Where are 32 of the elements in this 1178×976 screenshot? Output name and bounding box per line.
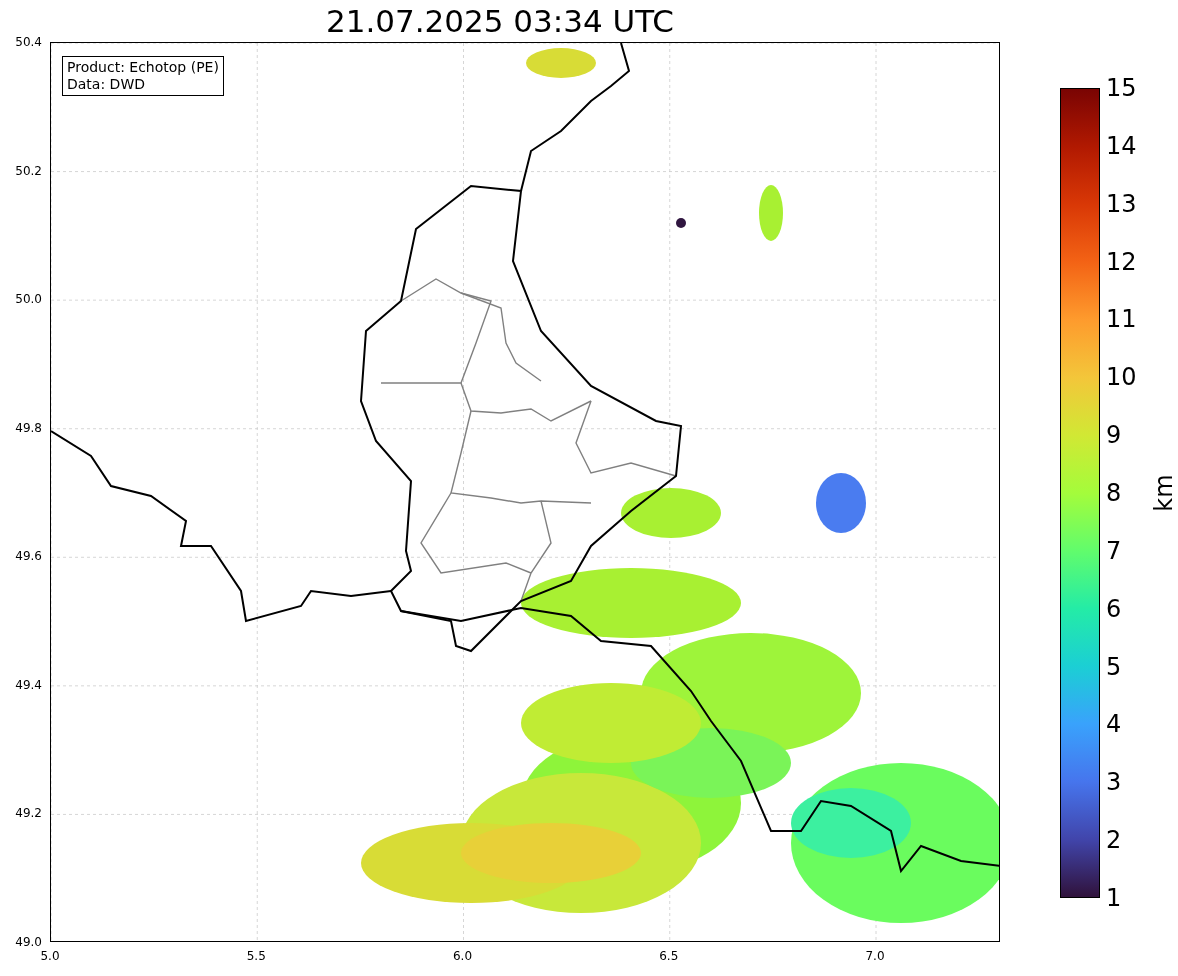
chart-title: 21.07.2025 03:34 UTC <box>326 3 674 39</box>
x-tick-label: 7.0 <box>865 949 885 963</box>
y-tick-label: 49.6 <box>15 549 42 564</box>
colorbar-tick-label: 15 <box>1106 74 1137 102</box>
colorbar-tick-label: 10 <box>1106 363 1137 392</box>
colorbar-tick-label: 1 <box>1106 884 1122 912</box>
y-tick-label: 49.4 <box>15 677 42 692</box>
colorbar-tick-label: 12 <box>1106 247 1137 276</box>
y-tick-label: 50.2 <box>15 163 42 178</box>
colorbar-tick-label: 14 <box>1106 131 1137 160</box>
colorbar-tick-label: 11 <box>1106 305 1137 334</box>
colorbar-tick-label: 4 <box>1106 710 1122 739</box>
colorbar-tick-label: 8 <box>1106 479 1122 507</box>
colorbar-tick-label: 13 <box>1106 189 1137 218</box>
y-tick-label: 49.2 <box>15 806 42 821</box>
y-tick-label: 49.8 <box>15 420 42 435</box>
x-tick-label: 6.0 <box>452 949 473 963</box>
colorbar-tick-label: 5 <box>1106 652 1122 681</box>
colorbar-tick-label: 3 <box>1106 768 1122 797</box>
y-tick-label: 49.0 <box>15 935 42 949</box>
x-tick-label: 5.5 <box>246 949 266 963</box>
legend-text: Data: DWD <box>67 76 146 93</box>
colorbar-tick-label: 9 <box>1106 421 1122 450</box>
colorbar-label: km <box>1150 474 1178 512</box>
legend-text: Product: Echotop (PE) <box>67 59 219 76</box>
y-tick-label: 50.0 <box>15 292 42 307</box>
y-tick-label: 50.4 <box>15 35 42 49</box>
colorbar-tick-label: 2 <box>1106 826 1122 855</box>
x-tick-label: 6.5 <box>659 949 679 963</box>
colorbar-tick-label: 6 <box>1106 594 1122 623</box>
x-tick-label: 5.0 <box>40 949 60 963</box>
colorbar-tick-label: 7 <box>1106 536 1122 565</box>
